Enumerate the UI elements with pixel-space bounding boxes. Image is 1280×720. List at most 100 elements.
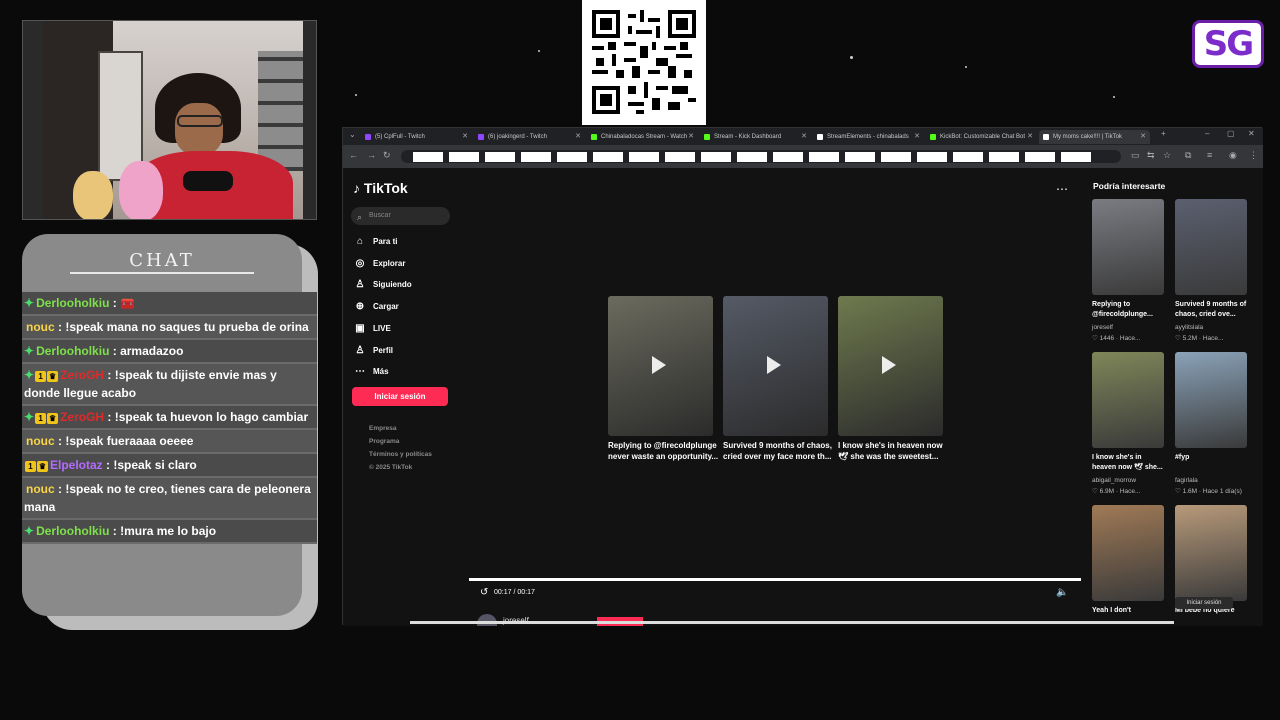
video-caption[interactable]: Replying to @firecoldplunge never waste … xyxy=(608,440,720,462)
chat-username[interactable]: Derlooholkiu xyxy=(36,344,109,358)
translate-icon[interactable]: ⇆ xyxy=(1147,150,1155,161)
forward-icon[interactable]: → xyxy=(367,150,376,160)
nav-item-siguiendo[interactable]: ♙ Siguiendo xyxy=(353,277,448,293)
streamer-face xyxy=(175,103,223,155)
suggested-video-thumbnail[interactable] xyxy=(1175,199,1247,295)
nav-item-explorar[interactable]: ◎ Explorar xyxy=(353,256,448,272)
tab-close-icon[interactable]: ✕ xyxy=(1027,130,1033,144)
suggested-video-author[interactable]: joreself xyxy=(1092,324,1166,331)
chat-username[interactable]: Elpelotaz xyxy=(50,458,103,472)
browser-tab[interactable]: (6) joakingerd - Twitch ✕ xyxy=(474,130,585,144)
nav-item-perfil[interactable]: ♙ Perfil xyxy=(353,343,448,359)
browser-tab[interactable]: Stream - Kick Dashboard ✕ xyxy=(700,130,811,144)
suggested-video-thumbnail[interactable] xyxy=(1092,352,1164,448)
play-icon[interactable] xyxy=(882,356,896,374)
tab-favicon-icon xyxy=(817,134,823,140)
maximize-icon[interactable]: ▢ xyxy=(1227,129,1235,138)
profile-avatar-icon[interactable]: ◉ xyxy=(1229,150,1237,161)
url-redaction-block xyxy=(773,152,803,162)
cast-icon[interactable]: ▭ xyxy=(1131,150,1140,161)
tab-close-icon[interactable]: ✕ xyxy=(801,130,807,144)
search-input[interactable]: ⌕ Buscar xyxy=(351,207,450,225)
login-button[interactable]: Iniciar sesión xyxy=(352,387,448,406)
suggested-video-author[interactable]: fagirlala xyxy=(1175,477,1249,484)
author-avatar[interactable] xyxy=(477,614,497,626)
extensions-icon[interactable]: ⧉ xyxy=(1185,150,1191,161)
chat-username[interactable]: nouc xyxy=(26,434,55,448)
back-icon[interactable]: ← xyxy=(349,150,358,160)
nav-item-live[interactable]: ▣ LIVE xyxy=(353,321,448,337)
channel-logo-text: SG xyxy=(1203,24,1254,64)
suggested-video-caption[interactable]: #fyp xyxy=(1175,453,1249,463)
suggested-video-caption[interactable]: I know she's in heaven now 🕊 she... xyxy=(1092,453,1166,473)
star-decoration xyxy=(850,56,853,59)
chat-username[interactable]: Derlooholkiu xyxy=(36,296,109,310)
suggested-video-caption[interactable]: Replying to @firecoldplunge... xyxy=(1092,300,1166,320)
close-window-icon[interactable]: ✕ xyxy=(1248,129,1255,138)
tab-close-icon[interactable]: ✕ xyxy=(1140,130,1146,144)
chat-message: ✦ Derlooholkiu : 🧰 xyxy=(22,292,317,316)
video-thumbnail[interactable] xyxy=(723,296,828,436)
bookmark-star-icon[interactable]: ☆ xyxy=(1163,150,1171,161)
tab-label: Chinabaladocas Stream - Watch xyxy=(601,134,688,140)
chat-username[interactable]: Derlooholkiu xyxy=(36,524,109,538)
chat-text: : !speak mana no saques tu prueba de ori… xyxy=(54,320,309,334)
suggested-video-author[interactable]: abigail_morrow xyxy=(1092,477,1166,484)
suggested-video-caption[interactable]: Survived 9 months of chaos, cried ove... xyxy=(1175,300,1249,320)
star-decoration xyxy=(538,50,540,52)
chat-username[interactable]: nouc xyxy=(26,482,55,496)
tab-close-icon[interactable]: ✕ xyxy=(575,130,581,144)
suggested-video-thumbnail[interactable] xyxy=(1175,505,1247,601)
play-icon[interactable] xyxy=(767,356,781,374)
suggested-video-thumbnail[interactable] xyxy=(1092,505,1164,601)
webcam-room xyxy=(43,21,303,219)
nav-item-label: Para ti xyxy=(373,237,398,246)
browser-tab[interactable]: (5) CplFull - Twitch ✕ xyxy=(361,130,472,144)
tab-close-icon[interactable]: ✕ xyxy=(688,130,694,144)
chat-title: CHAT xyxy=(129,250,195,271)
chat-username[interactable]: ZeroGH xyxy=(60,410,104,424)
chat-username[interactable]: ZeroGH xyxy=(60,368,104,382)
chat-username[interactable]: nouc xyxy=(26,320,55,334)
chat-text: : armadazoo xyxy=(109,344,184,358)
media-icon[interactable]: ≡ xyxy=(1207,150,1212,160)
volume-icon[interactable]: 🔈 xyxy=(1056,587,1068,598)
suggested-video-caption[interactable]: Yeah I don't xyxy=(1092,606,1166,616)
nav-item-para-ti[interactable]: ⌂ Para ti xyxy=(353,234,448,250)
browser-tab[interactable]: Chinabaladocas Stream - Watch ✕ xyxy=(587,130,698,144)
more-options-icon[interactable]: ⋯ xyxy=(1056,182,1068,196)
login-pill[interactable]: Iniciar sesión xyxy=(1175,597,1233,609)
crown-badge-icon: ♛ xyxy=(47,413,59,424)
url-redaction-block xyxy=(665,152,695,162)
tab-close-icon[interactable]: ✕ xyxy=(462,130,468,144)
suggested-video-author[interactable]: ayylitslala xyxy=(1175,324,1249,331)
tab-label: My moms cake!!!! | TikTok xyxy=(1053,134,1122,140)
replay-icon[interactable]: ↺ xyxy=(480,587,488,598)
tiktok-logo[interactable]: ♪ TikTok xyxy=(353,180,408,196)
reload-icon[interactable]: ↻ xyxy=(383,150,391,161)
tab-bar: ⌄ (5) CplFull - Twitch ✕ (6) joakingerd - … xyxy=(343,128,1263,145)
chat-text: : !mura me lo bajo xyxy=(109,524,217,538)
tab-search-icon[interactable]: ⌄ xyxy=(349,130,356,139)
menu-kebab-icon[interactable]: ⋮ xyxy=(1249,150,1258,161)
browser-tab[interactable]: StreamElements - chinabalads ✕ xyxy=(813,130,924,144)
video-caption[interactable]: I know she's in heaven now 🕊 she was the… xyxy=(838,440,950,462)
suggested-video-thumbnail[interactable] xyxy=(1175,352,1247,448)
browser-tab[interactable]: KickBot: Customizable Chat Bot ✕ xyxy=(926,130,1037,144)
suggested-video-thumbnail[interactable] xyxy=(1092,199,1164,295)
nav-item-cargar[interactable]: ⊕ Cargar xyxy=(353,299,448,315)
video-progress-bar[interactable] xyxy=(469,578,1081,581)
footer-link[interactable]: Términos y políticas xyxy=(369,451,432,458)
play-icon[interactable] xyxy=(652,356,666,374)
video-caption[interactable]: Survived 9 months of chaos, cried over m… xyxy=(723,440,835,462)
new-tab-icon[interactable]: + xyxy=(1161,129,1166,138)
footer-link[interactable]: Empresa xyxy=(369,425,396,432)
nav-item-más[interactable]: ⋯ Más xyxy=(353,364,448,380)
footer-link[interactable]: Programa xyxy=(369,438,399,445)
tab-close-icon[interactable]: ✕ xyxy=(914,130,920,144)
browser-tab[interactable]: My moms cake!!!! | TikTok ✕ xyxy=(1039,130,1150,144)
suggested-video-stats: ♡ 6.9M · Hace... xyxy=(1092,488,1141,495)
video-thumbnail[interactable] xyxy=(608,296,713,436)
video-thumbnail[interactable] xyxy=(838,296,943,436)
minimize-icon[interactable]: – xyxy=(1205,129,1209,138)
